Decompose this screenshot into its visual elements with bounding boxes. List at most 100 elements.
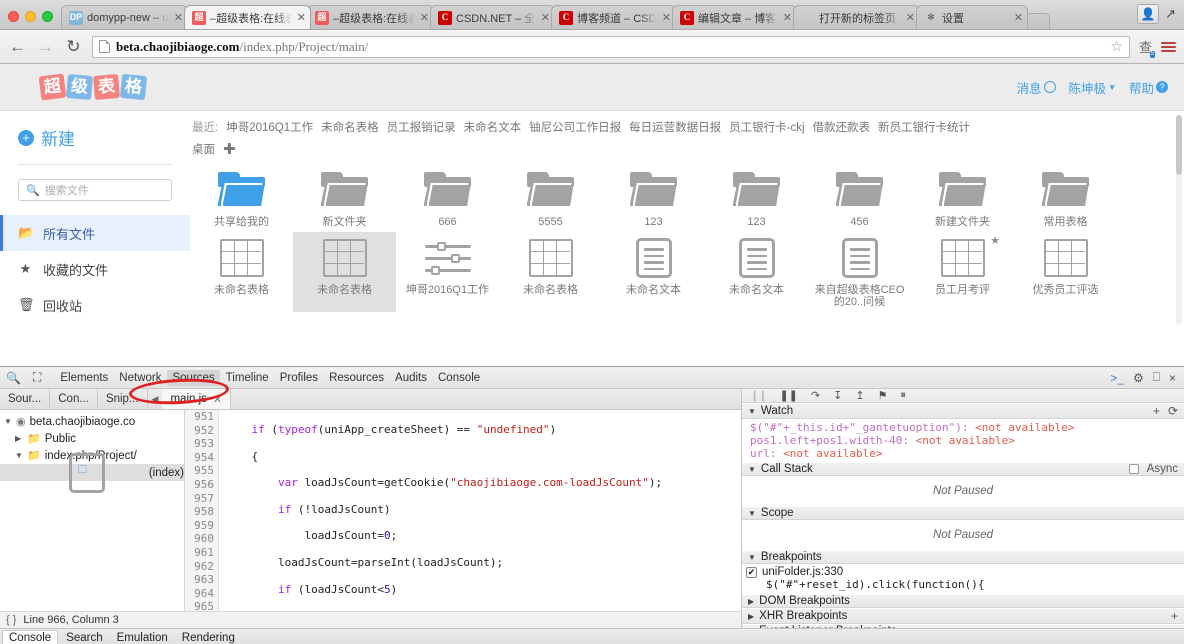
step-over-icon[interactable]: ↷: [811, 389, 820, 402]
close-icon[interactable]: ×: [1169, 371, 1176, 385]
maximize-window-button[interactable]: [42, 11, 53, 22]
watch-entry[interactable]: url: <not available>: [750, 447, 1184, 460]
user-menu[interactable]: 陈坤极 ▼: [1069, 78, 1116, 97]
reload-icon[interactable]: ↻: [64, 37, 83, 57]
tab-audits[interactable]: Audits: [390, 370, 432, 386]
new-file-button[interactable]: + 新建: [0, 125, 190, 150]
dom-breakpoints-section-header[interactable]: ▶ DOM Breakpoints: [742, 594, 1184, 608]
back-icon[interactable]: ←: [8, 37, 27, 57]
file-item[interactable]: 5555: [499, 164, 602, 232]
add-watch-icon[interactable]: +: [1153, 404, 1160, 418]
tab-close-icon[interactable]: ✕: [906, 11, 915, 24]
chevron-right-icon[interactable]: ▶: [748, 612, 754, 621]
forward-icon[interactable]: →: [36, 37, 55, 57]
add-xhr-breakpoint-icon[interactable]: +: [1171, 609, 1178, 623]
drawer-tab-emulation[interactable]: Emulation: [111, 631, 174, 644]
chevron-down-icon[interactable]: ▼: [15, 451, 23, 460]
file-item[interactable]: 常用表格: [1014, 164, 1117, 232]
file-item[interactable]: 坤哥2016Q1工作: [396, 232, 499, 312]
tab-close-icon[interactable]: ✕: [174, 11, 183, 24]
chevron-down-icon[interactable]: ▼: [748, 407, 756, 416]
browser-tab-0[interactable]: DP domypp-new – ur ✕: [61, 5, 188, 29]
scope-section-header[interactable]: ▼ Scope: [742, 506, 1184, 520]
braces-icon[interactable]: { }: [6, 614, 16, 626]
tab-timeline[interactable]: Timeline: [221, 370, 274, 386]
watch-section-header[interactable]: ▼ Watch + ⟳: [742, 403, 1184, 419]
recent-item[interactable]: 新员工银行卡统计: [878, 119, 970, 135]
close-icon[interactable]: ✕: [213, 393, 222, 406]
browser-tab-2[interactable]: 超 –超级表格:在线表格 ✕: [307, 5, 434, 29]
sidebar-item-all-files[interactable]: 📂 所有文件: [0, 215, 190, 251]
recent-item[interactable]: 员工报销记录: [387, 119, 456, 135]
breakpoint-checkbox[interactable]: ✔: [746, 566, 757, 578]
fullscreen-icon[interactable]: ↗: [1165, 6, 1176, 22]
call-stack-section-header[interactable]: ▼ Call Stack Async: [742, 462, 1184, 476]
tab-console[interactable]: Console: [433, 370, 485, 386]
subtab-content-scripts[interactable]: Con...: [50, 389, 98, 409]
profile-avatar[interactable]: 👤: [1137, 4, 1160, 24]
tab-close-icon[interactable]: ✕: [783, 11, 792, 24]
browser-tab-1[interactable]: 超 –超级表格:在线表格 ✕: [184, 5, 311, 29]
navigator-toggle-icon[interactable]: ◀: [148, 389, 163, 409]
chevron-down-icon[interactable]: ▼: [4, 417, 12, 426]
step-into-icon[interactable]: ↧: [833, 389, 842, 402]
xhr-breakpoints-section-header[interactable]: ▶ XHR Breakpoints +: [742, 608, 1184, 624]
help-link[interactable]: 帮助?: [1129, 78, 1168, 97]
add-desktop-icon[interactable]: ✚: [223, 140, 236, 158]
chevron-right-icon[interactable]: ▶: [748, 597, 754, 606]
dock-icon[interactable]: ⎕: [1153, 370, 1160, 385]
file-item[interactable]: 来自超级表格CEO的20..问候: [808, 232, 911, 312]
window-traffic-lights[interactable]: [6, 11, 61, 29]
breakpoint-item[interactable]: ✔ uniFolder.js:330: [746, 566, 1184, 578]
inspect-element-icon[interactable]: 🔍: [4, 371, 23, 385]
tab-close-icon[interactable]: ✕: [541, 11, 550, 24]
file-item[interactable]: 未命名表格: [499, 232, 602, 312]
file-item[interactable]: 123: [705, 164, 808, 232]
file-item[interactable]: 未命名文本: [705, 232, 808, 312]
tab-sources[interactable]: Sources: [167, 369, 220, 386]
gear-icon[interactable]: ⚙: [1133, 371, 1144, 385]
recent-item[interactable]: 未命名表格: [321, 119, 379, 135]
chrome-menu-icon[interactable]: [1161, 41, 1176, 52]
browser-tab-4[interactable]: C 博客频道 – CSDN.N ✕: [551, 5, 676, 29]
browser-tab-3[interactable]: C CSDN.NET – 全球 ✕: [430, 5, 555, 29]
recent-item[interactable]: 未命名文本: [464, 119, 522, 135]
tab-close-icon[interactable]: ✕: [420, 11, 429, 24]
device-toolbar-icon[interactable]: ⛶: [31, 370, 43, 385]
file-item[interactable]: 未命名文本: [602, 232, 705, 312]
sidebar-item-recycle-bin[interactable]: 🗑 回收站: [0, 287, 190, 323]
step-out-icon[interactable]: ↥: [855, 389, 864, 402]
browser-tab-7[interactable]: ✻ 设置 ✕: [916, 5, 1028, 29]
messages-link[interactable]: 消息: [1017, 78, 1056, 97]
file-item[interactable]: 优秀员工评选: [1014, 232, 1117, 312]
minimize-window-button[interactable]: [25, 11, 36, 22]
recent-item[interactable]: 坤哥2016Q1工作: [226, 119, 313, 135]
drawer-tab-console[interactable]: Console: [2, 630, 59, 644]
file-item[interactable]: 未命名表格: [190, 232, 293, 312]
deactivate-breakpoints-icon[interactable]: ⚑: [878, 389, 888, 402]
file-item[interactable]: 新文件夹: [293, 164, 396, 232]
browser-tab-6[interactable]: 打开新的标签页 ✕: [793, 5, 920, 29]
tab-close-icon[interactable]: ✕: [1014, 11, 1023, 24]
translate-extension-icon[interactable]: 查5: [1139, 37, 1155, 58]
file-item-selected[interactable]: 未命名表格: [293, 232, 396, 312]
tab-close-icon[interactable]: ✕: [297, 11, 306, 24]
tab-resources[interactable]: Resources: [324, 370, 389, 386]
browser-tab-5[interactable]: C 编辑文章 – 博客频 ✕: [672, 5, 797, 29]
chevron-down-icon[interactable]: ▼: [748, 465, 756, 474]
recent-item[interactable]: 铀尼公司工作日报: [529, 119, 621, 135]
chevron-down-icon[interactable]: ▼: [748, 553, 756, 562]
file-item[interactable]: 123: [602, 164, 705, 232]
tab-elements[interactable]: Elements: [55, 370, 113, 386]
navigator-row-public[interactable]: ▶ 📁 Public: [0, 430, 184, 447]
file-item[interactable]: 新建文件夹: [911, 164, 1014, 232]
file-item[interactable]: 666: [396, 164, 499, 232]
navigator-row-domain[interactable]: ▼ ◉ beta.chaojibiaoge.co: [0, 413, 184, 430]
async-checkbox[interactable]: [1128, 464, 1139, 474]
drawer-tab-search[interactable]: Search: [60, 631, 108, 644]
watch-entry[interactable]: pos1.left+pos1.width-40: <not available>: [750, 434, 1184, 447]
chevron-right-icon[interactable]: ▶: [15, 434, 23, 443]
bookmark-star-icon[interactable]: ☆: [1110, 38, 1123, 55]
tab-network[interactable]: Network: [114, 370, 166, 386]
watch-entry[interactable]: $("#"+_this.id+"_gantetuoption"): <not a…: [750, 421, 1184, 434]
